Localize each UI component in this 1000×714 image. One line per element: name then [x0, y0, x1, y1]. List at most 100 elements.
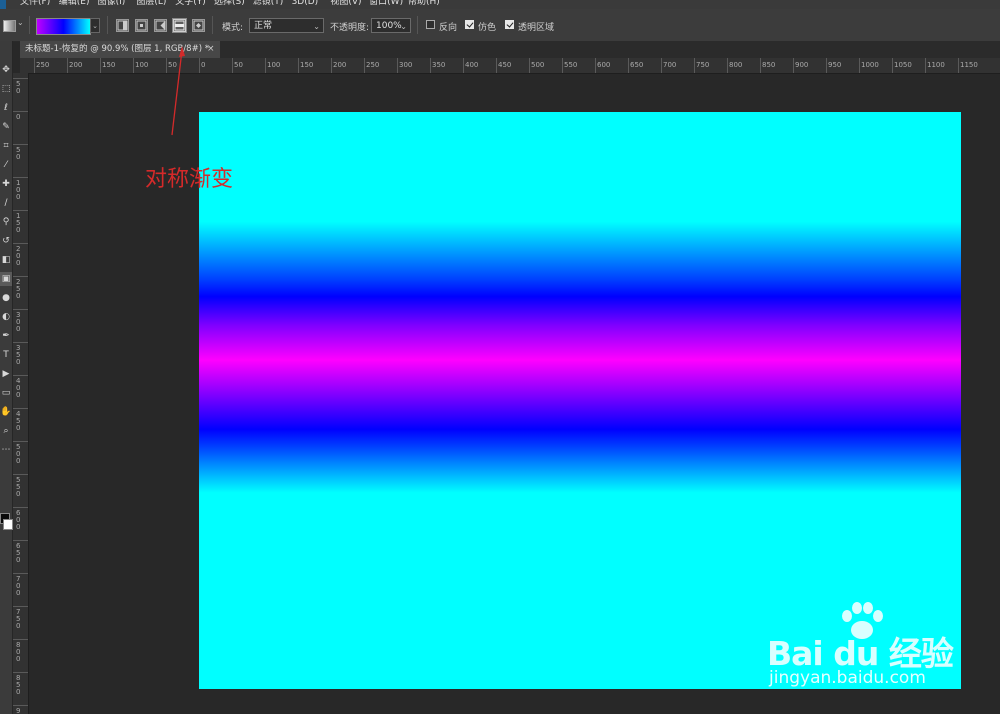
ruler-tick — [13, 144, 28, 145]
menu-item-5[interactable]: 选择(S) — [214, 0, 253, 7]
dodge-tool-icon[interactable]: ◐ — [0, 310, 12, 324]
angle-gradient-icon — [155, 20, 166, 31]
menu-bar: 文件(F) 编辑(E) 图像(I) 图层(L) 文字(Y) 选择(S) 滤镜(T) 3D(D)… — [0, 0, 1000, 9]
healing-tool-icon[interactable]: ✚ — [0, 177, 12, 191]
ruler-label: 250 — [16, 278, 21, 300]
ruler-label: 150 — [102, 61, 116, 69]
ruler-tick — [13, 705, 28, 706]
ruler-tick — [430, 58, 431, 73]
ruler-label: 350 — [432, 61, 446, 69]
menu-item-8[interactable]: 视图(V) — [330, 0, 369, 7]
ruler-label: 50 — [168, 61, 177, 69]
ruler-tick — [13, 540, 28, 541]
ruler-label: 150 — [16, 212, 21, 234]
ruler-tick — [166, 58, 167, 73]
zoom-tool-icon[interactable]: ⌕ — [0, 424, 12, 438]
eyedropper-tool-icon[interactable]: ⁄ — [0, 158, 12, 172]
menu-item-10[interactable]: 帮助(H) — [408, 0, 447, 7]
ruler-label: 200 — [16, 245, 21, 267]
ruler-label: 900 — [16, 707, 21, 714]
path-select-tool-icon[interactable]: ▶ — [0, 367, 12, 381]
ruler-tick — [13, 474, 28, 475]
menu-item-7[interactable]: 3D(D) — [292, 0, 331, 7]
ruler-label: 0 — [16, 113, 21, 121]
angle-gradient-button[interactable] — [154, 19, 167, 32]
ruler-tick — [826, 58, 827, 73]
ruler-label: 950 — [828, 61, 842, 69]
chevron-down-icon[interactable]: ⌄ — [17, 18, 24, 27]
shape-tool-icon[interactable]: ▭ — [0, 386, 12, 400]
linear-gradient-button[interactable] — [116, 19, 129, 32]
type-tool-icon[interactable]: T — [0, 348, 12, 362]
ruler-label: 550 — [564, 61, 578, 69]
transparency-checkbox[interactable] — [505, 20, 514, 29]
more-tool-icon[interactable]: ⋯ — [0, 443, 12, 457]
history-brush-tool-icon[interactable]: ↺ — [0, 234, 12, 248]
move-tool-icon[interactable]: ✥ — [0, 63, 12, 77]
transparency-label: 透明区域 — [518, 23, 555, 33]
ruler-label: 100 — [267, 61, 281, 69]
ruler-tick — [364, 58, 365, 73]
background-color-swatch[interactable] — [3, 519, 13, 530]
reverse-checkbox[interactable] — [426, 20, 435, 29]
ruler-label: 250 — [366, 61, 380, 69]
color-swatches[interactable] — [0, 513, 13, 533]
ruler-tick — [67, 58, 68, 73]
diamond-gradient-button[interactable] — [192, 19, 205, 32]
ruler-tick — [265, 58, 266, 73]
menu-item-9[interactable]: 窗口(W) — [369, 0, 408, 7]
divider — [107, 16, 108, 34]
ruler-tick — [892, 58, 893, 73]
menu-item-4[interactable]: 文字(Y) — [175, 0, 214, 7]
menu-item-3[interactable]: 图层(L) — [136, 0, 175, 7]
ruler-label: 50 — [16, 146, 21, 161]
stamp-tool-icon[interactable]: ⚲ — [0, 215, 12, 229]
ruler-label: 200 — [333, 61, 347, 69]
document-tab-title: 未标题-1-恢复的 @ 90.9% (图层 1, RGB/8#) * — [25, 44, 209, 54]
menu-item-0[interactable]: 文件(F) — [20, 0, 59, 7]
marquee-tool-icon[interactable]: ⬚ — [0, 82, 12, 96]
gradient-picker-chevron-icon[interactable]: ⌄ — [90, 18, 100, 33]
options-bar: ⌄ ⌄ 模式: 正常 ⌄ 不透明度: 100% ⌄ 反向 仿色 透明区域 — [0, 9, 1000, 42]
close-tab-icon[interactable]: × — [207, 41, 215, 58]
ruler-label: 400 — [465, 61, 479, 69]
crop-tool-icon[interactable]: ⌗ — [0, 139, 12, 153]
horizontal-ruler: 250 200 150 100 50 0 50 100 150 200 250 300 350 400 45… — [20, 58, 1000, 74]
dither-checkbox[interactable] — [465, 20, 474, 29]
eraser-tool-icon[interactable]: ◧ — [0, 253, 12, 267]
ruler-tick — [628, 58, 629, 73]
hand-tool-icon[interactable]: ✋ — [0, 405, 12, 419]
radial-gradient-button[interactable] — [135, 19, 148, 32]
menu-item-2[interactable]: 图像(I) — [98, 0, 137, 7]
tool-preset-picker[interactable] — [3, 20, 16, 32]
ruler-label: 600 — [16, 509, 21, 531]
linear-gradient-icon — [117, 20, 128, 31]
mode-select[interactable]: 正常 ⌄ — [249, 18, 324, 33]
menu-item-1[interactable]: 编辑(E) — [59, 0, 98, 7]
ruler-tick — [13, 375, 28, 376]
menu-item-6[interactable]: 滤镜(T) — [253, 0, 292, 7]
ruler-tick — [13, 111, 28, 112]
diamond-gradient-icon — [193, 20, 204, 31]
ruler-label: 300 — [16, 311, 21, 333]
reflected-gradient-button[interactable] — [172, 18, 187, 33]
blur-tool-icon[interactable]: ● — [0, 291, 12, 305]
document-tab[interactable]: 未标题-1-恢复的 @ 90.9% (图层 1, RGB/8#) * — [20, 41, 220, 58]
ruler-label: 50 — [234, 61, 243, 69]
pen-tool-icon[interactable]: ✒ — [0, 329, 12, 343]
ruler-label: 750 — [16, 608, 21, 630]
radial-gradient-icon — [136, 20, 147, 31]
opacity-field[interactable]: 100% ⌄ — [371, 18, 411, 33]
ruler-label: 450 — [16, 410, 21, 432]
lasso-tool-icon[interactable]: ℓ — [0, 101, 12, 115]
gradient-preview[interactable] — [36, 18, 91, 35]
ruler-tick — [232, 58, 233, 73]
chevron-down-icon: ⌄ — [400, 22, 407, 31]
ruler-tick — [13, 573, 28, 574]
ruler-label: 350 — [16, 344, 21, 366]
divider — [212, 16, 213, 34]
brush-tool-icon[interactable]: ∕ — [0, 196, 12, 210]
gradient-tool-icon[interactable]: ▣ — [0, 272, 12, 286]
quick-select-tool-icon[interactable]: ✎ — [0, 120, 12, 134]
ruler-label: 800 — [16, 641, 21, 663]
